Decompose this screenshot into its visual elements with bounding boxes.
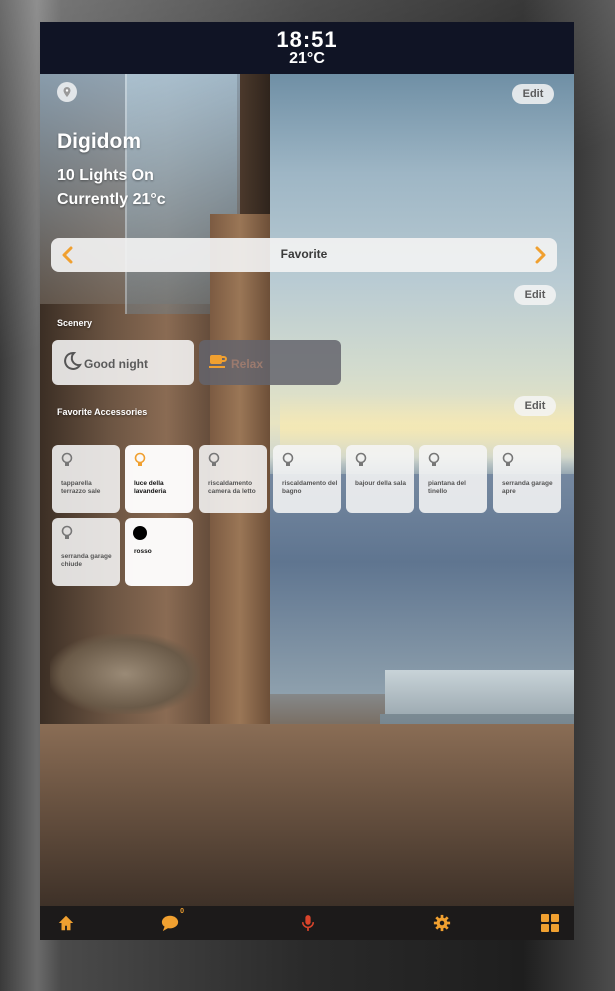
accessory-tile[interactable]: rosso	[125, 518, 193, 586]
microphone-icon[interactable]	[296, 912, 320, 934]
accessory-name: rosso	[134, 548, 152, 555]
accessory-name: serranda garage apre	[502, 480, 553, 495]
accessory-tile[interactable]: riscaldamento del bagno	[273, 445, 341, 513]
bulb-icon	[282, 452, 294, 466]
accessory-name: luce della lavanderia	[134, 480, 167, 495]
scene-label: Relax	[231, 357, 264, 371]
app-screen: 18:51 21°C Edit Digidom 10 Lights On Cur…	[40, 22, 574, 940]
bulb-icon	[428, 452, 440, 466]
accessory-tile[interactable]: tapparella terrazzo sale	[52, 445, 120, 513]
accessory-tile[interactable]: bajour della sala	[346, 445, 414, 513]
scene-relax[interactable]: Relax	[199, 340, 341, 385]
bottom-navbar: 0	[40, 906, 574, 940]
current-temperature: Currently 21°c	[57, 191, 166, 208]
accessory-tile[interactable]: serranda garage apre	[493, 445, 561, 513]
accessory-name: riscaldamento del bagno	[282, 480, 338, 495]
scene-good-night[interactable]: Good night	[52, 340, 194, 385]
accessory-name: piantana del tinello	[428, 480, 466, 495]
location-icon[interactable]	[57, 82, 77, 102]
grid-icon[interactable]	[538, 912, 562, 934]
accessories-edit-button[interactable]: Edit	[514, 396, 556, 416]
chat-icon[interactable]: 0	[158, 908, 184, 934]
moon-icon	[64, 351, 82, 370]
cup-icon	[209, 355, 227, 368]
accessory-name: riscaldamento camera da letto	[208, 480, 256, 495]
clock-time: 18:51	[276, 27, 338, 52]
accessory-tile[interactable]: serranda garage chiude	[52, 518, 120, 586]
accessory-tile[interactable]: piantana del tinello	[419, 445, 487, 513]
home-icon[interactable]	[54, 912, 78, 934]
scenery-edit-button[interactable]: Edit	[514, 285, 556, 305]
home-wallpaper: Edit Digidom 10 Lights On Currently 21°c…	[40, 74, 574, 906]
home-edit-button[interactable]: Edit	[512, 84, 554, 104]
color-dot-icon	[133, 526, 147, 540]
bulb-icon	[355, 452, 367, 466]
accessories-heading: Favorite Accessories	[57, 407, 148, 417]
bulb-icon	[61, 525, 73, 539]
accessory-name: serranda garage chiude	[61, 553, 112, 568]
bulb-icon	[502, 452, 514, 466]
bulb-icon	[61, 452, 73, 466]
room-selector: Favorite	[51, 238, 557, 272]
accessory-tile[interactable]: luce della lavanderia	[125, 445, 193, 513]
scene-label: Good night	[84, 357, 148, 371]
lights-on-status: 10 Lights On	[57, 167, 154, 184]
accessory-name: bajour della sala	[355, 480, 406, 487]
gear-icon[interactable]	[430, 912, 454, 934]
chevron-right-icon[interactable]	[529, 244, 551, 266]
chat-badge: 0	[180, 908, 184, 915]
home-title: Digidom	[57, 130, 141, 153]
outdoor-temperature: 21°C	[289, 50, 325, 67]
room-selector-label: Favorite	[280, 247, 328, 261]
bulb-icon	[134, 452, 146, 466]
bulb-icon	[208, 452, 220, 466]
accessory-tile[interactable]: riscaldamento camera da letto	[199, 445, 267, 513]
accessory-name: tapparella terrazzo sale	[61, 480, 101, 495]
status-bar: 18:51 21°C	[40, 22, 574, 74]
scenery-heading: Scenery	[57, 318, 93, 328]
